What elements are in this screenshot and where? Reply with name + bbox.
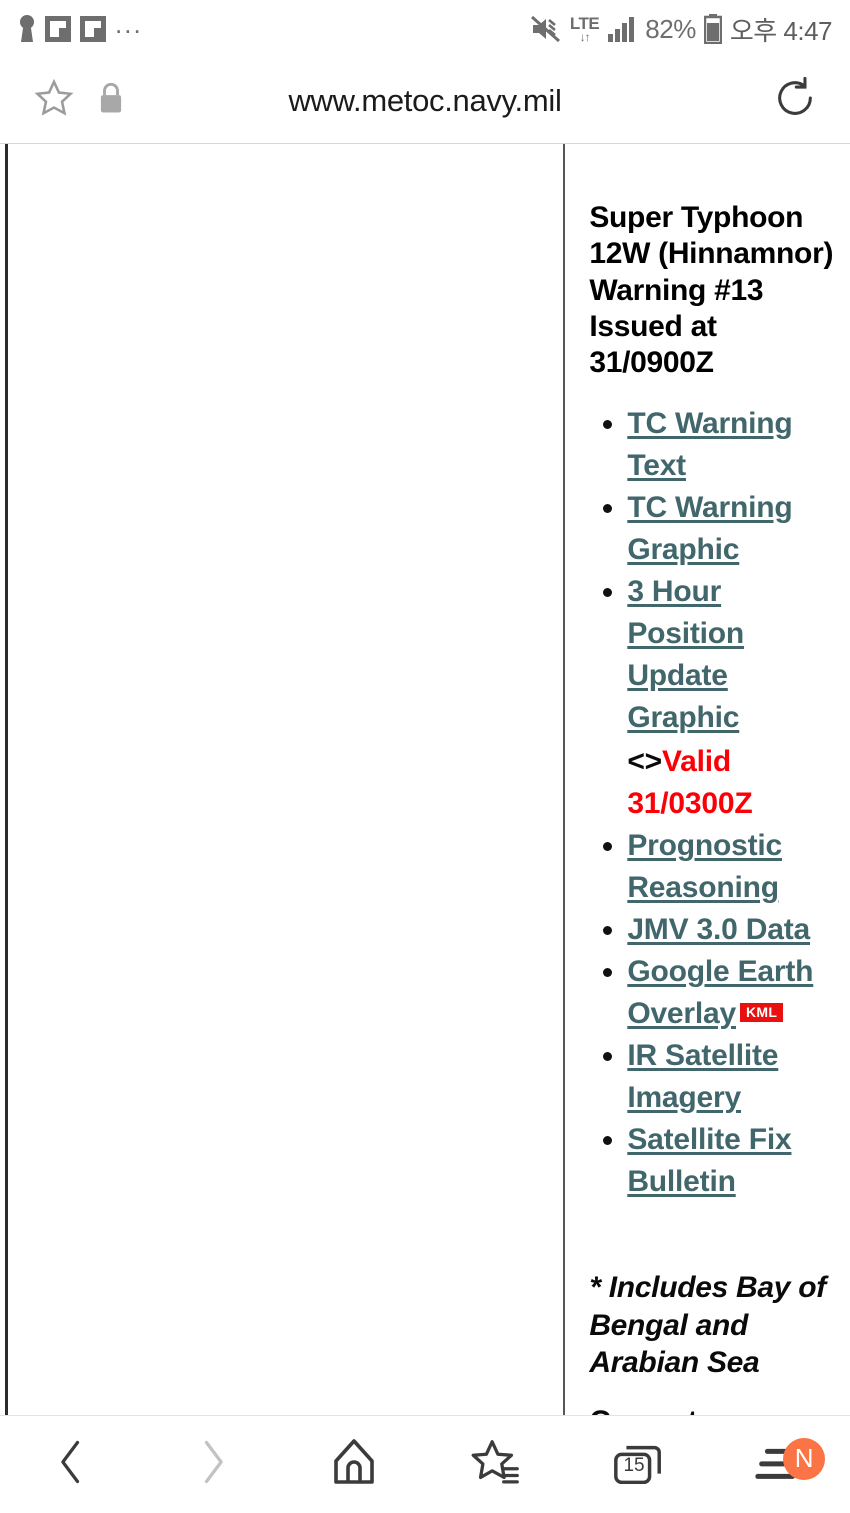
list-item: JMV 3.0 Data [593,909,842,951]
status-bar-right: LTE ↓↑ 82% 오후 4:47 [530,11,833,48]
network-arrows: ↓↑ [579,30,591,44]
page-viewport[interactable]: Super Typhoon 12W (Hinnamnor) Warning #1… [0,144,850,1415]
back-button[interactable] [0,1416,142,1513]
tabs-icon: 15 [609,1437,667,1491]
page-title: Super Typhoon 12W (Hinnamnor) Warning #1… [589,201,834,380]
left-empty-column [8,144,564,1415]
status-overflow-label: ... [115,9,143,39]
bookmarks-button[interactable] [425,1416,567,1513]
status-bar-left: ... [18,9,143,44]
status-bar: ... LTE ↓↑ 82% 오후 4:47 [0,0,850,58]
link-3-hour-position-update-graphic[interactable]: 3 Hour Position Update Graphic [627,575,744,734]
network-type-indicator: LTE ↓↑ [570,15,600,44]
warning-panel: Super Typhoon 12W (Hinnamnor) Warning #1… [565,144,850,1415]
bookmarks-icon [469,1436,523,1493]
list-item: 3 Hour Position Update Graphic <>Valid 3… [593,571,842,825]
list-item: Prognostic Reasoning [593,825,842,909]
link-tc-warning-text[interactable]: TC Warning Text [627,407,792,482]
forward-icon [193,1436,233,1493]
warning-product-list: TC Warning Text TC Warning Graphic 3 Hou… [593,403,842,1203]
home-button[interactable] [283,1416,425,1513]
link-tc-warning-graphic[interactable]: TC Warning Graphic [627,491,792,566]
clock-label: 오후 4:47 [729,15,833,46]
page-frame: Super Typhoon 12W (Hinnamnor) Warning #1… [5,144,850,1415]
kml-badge: KML [740,1003,784,1023]
menu-notification-badge: N [783,1437,826,1480]
mute-icon [530,14,562,44]
back-icon [51,1436,91,1493]
link-ir-satellite-imagery[interactable]: IR Satellite Imagery [627,1039,778,1114]
battery-icon [703,14,722,44]
footnote-text: * Includes Bay of Bengal and Arabian Sea [589,1271,826,1379]
link-prognostic-reasoning[interactable]: Prognostic Reasoning [627,829,782,904]
battery-percent-label: 82% [645,13,696,44]
browser-bottom-nav: 15 N [0,1415,850,1512]
flipboard-icon [45,16,71,42]
flipboard-icon [80,16,106,42]
home-icon [328,1436,380,1493]
list-item: Google Earth Overlay KML [593,951,842,1035]
url-text[interactable]: www.metoc.navy.mil [0,83,850,119]
tabs-button[interactable]: 15 [567,1416,709,1513]
list-item: IR Satellite Imagery [593,1035,842,1119]
list-item: Satellite Fix Bulletin [593,1119,842,1203]
valid-brackets-label: <> [627,745,662,779]
browser-address-bar: www.metoc.navy.mil [0,58,850,144]
keyhole-icon [18,14,36,44]
star-icon[interactable] [32,76,76,125]
menu-button[interactable]: N [708,1416,850,1513]
valid-time-note: <>Valid 31/0300Z [627,741,842,825]
lock-icon [98,82,124,119]
forward-button[interactable] [142,1416,284,1513]
signal-bars-icon [607,15,637,43]
list-item: TC Warning Text [593,403,842,487]
link-satellite-fix-bulletin[interactable]: Satellite Fix Bulletin [627,1123,791,1198]
link-jmv-3-0-data[interactable]: JMV 3.0 Data [627,913,810,946]
list-item: TC Warning Graphic [593,487,842,571]
link-google-earth-overlay[interactable]: Google Earth Overlay [627,955,813,1030]
tabs-count-label: 15 [623,1454,645,1476]
reload-icon[interactable] [772,76,818,125]
clipped-heading-text: Current [589,1403,842,1415]
